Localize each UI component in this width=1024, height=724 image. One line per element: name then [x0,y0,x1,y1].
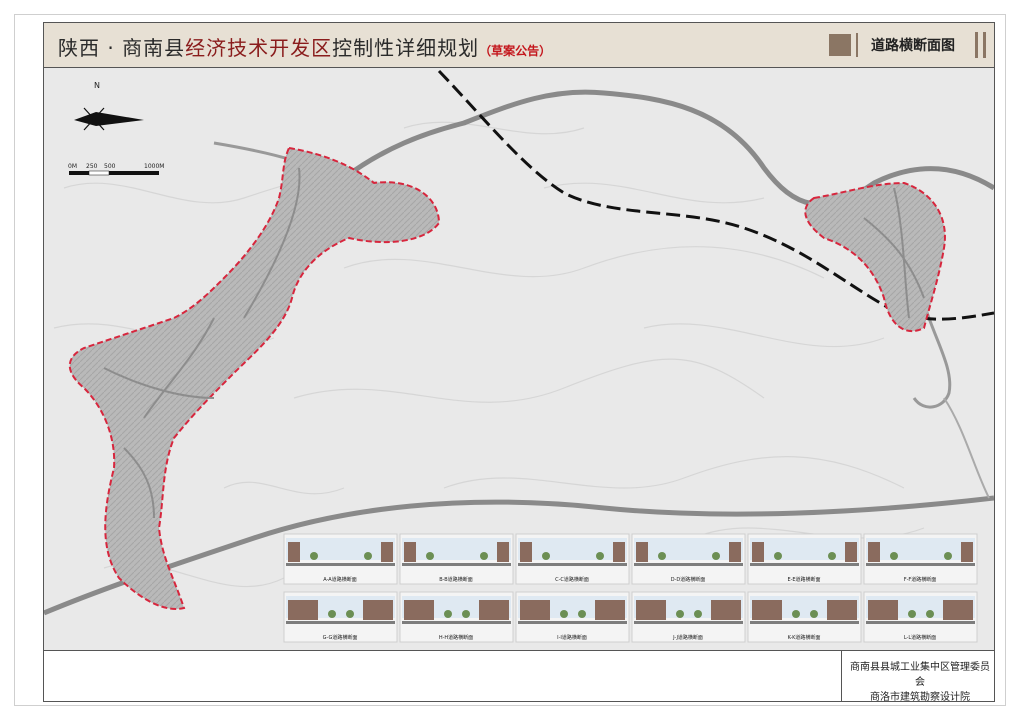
title-end-bars [975,32,987,58]
title-prefix: 陕西 · 商南县 [58,36,186,60]
section-label-c: C-C道路横断面 [555,576,589,583]
cross-section-panels: A-A道路横断面 B-B道路横断面 C-C道路横断面 D-D道路横断面 E-E道… [283,533,978,643]
section-panel-d: D-D道路横断面 [631,533,746,585]
section-label-b: B-B道路横断面 [439,576,473,583]
scale-bar: 0M 250 500 1000M [68,163,164,176]
section-panel-a: A-A道路横断面 [283,533,398,585]
section-label-a: A-A道路横断面 [323,576,356,583]
title-highlight: 经济技术开发区 [185,36,333,60]
section-panel-f: F-F道路横断面 [863,533,978,585]
sheet-marker-block [829,34,851,56]
section-panel-h: H-H道路横断面 [399,591,514,643]
section-label-h: H-H道路横断面 [439,634,473,641]
section-panel-g: G-G道路横断面 [283,591,398,643]
section-label-l: L-L道路横断面 [904,634,936,641]
title-bar: 陕西 · 商南县经济技术开发区控制性详细规划（草案公告） 道路横断面图 [44,23,994,68]
credits: 商南县县城工业集中区管理委员会 商洛市建筑勘察设计院 [846,660,994,705]
scale-tick-1: 250 [86,163,98,170]
map-drawing: N 0M 250 500 1000M A-A道路横断面 B-B道路横断面 C-C… [44,69,994,643]
section-label-g: G-G道路横断面 [323,634,358,641]
section-panel-j: J-J道路横断面 [631,591,746,643]
section-label-f: F-F道路横断面 [904,576,937,583]
north-arrow-icon: N [74,81,144,131]
designer-name: 商洛市建筑勘察设计院 [870,692,970,703]
north-label: N [94,81,100,90]
footer: 商南县县城工业集中区管理委员会 商洛市建筑勘察设计院 [44,650,994,705]
title-suffix: 控制性详细规划 [332,36,480,60]
section-panel-b: B-B道路横断面 [399,533,514,585]
section-label-k: K-K道路横断面 [788,634,821,641]
section-panel-i: I-I道路横断面 [515,591,630,643]
section-label-j: J-J道路横断面 [672,634,703,641]
map-canvas: N 0M 250 500 1000M A-A道路横断面 B-B道路横断面 C-C… [44,68,994,650]
scale-tick-3: 1000M [144,163,164,170]
scale-tick-0: 0M [68,163,77,170]
section-panel-l: L-L道路横断面 [863,591,978,643]
section-panel-c: C-C道路横断面 [515,533,630,585]
page-title: 陕西 · 商南县经济技术开发区控制性详细规划（草案公告） [58,32,551,61]
section-panel-e: E-E道路横断面 [747,533,862,585]
section-label-e: E-E道路横断面 [787,576,820,583]
title-note: （草案公告） [479,44,552,58]
map-frame: 陕西 · 商南县经济技术开发区控制性详细规划（草案公告） 道路横断面图 N 0M… [43,22,995,705]
sheet-name: 道路横断面图 [871,38,955,54]
client-name: 商南县县城工业集中区管理委员会 [850,662,990,688]
scale-tick-2: 500 [104,163,116,170]
footer-divider [841,651,842,702]
section-label-d: D-D道路横断面 [671,576,706,583]
section-panel-k: K-K道路横断面 [747,591,862,643]
section-label-i: I-I道路横断面 [557,634,587,641]
sheet-marker-divider [856,33,858,57]
